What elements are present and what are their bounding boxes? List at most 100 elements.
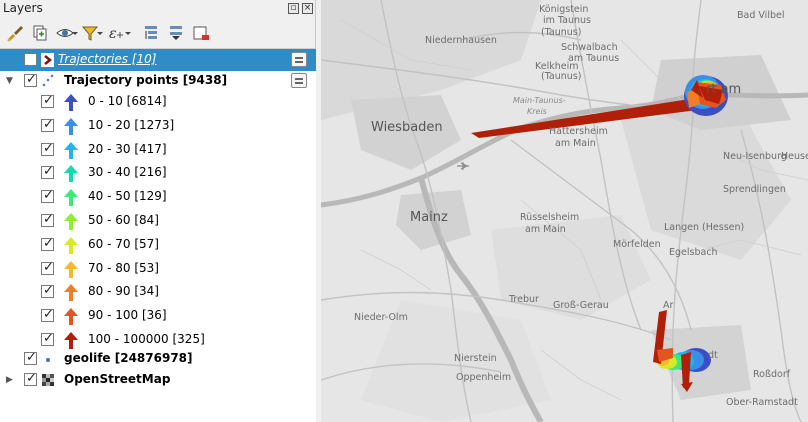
- class-checkbox[interactable]: ✓: [41, 188, 54, 204]
- class-label: 10 - 20 [1273]: [88, 117, 175, 132]
- place-label: Nierstein: [454, 353, 497, 364]
- class-checkbox[interactable]: ✓: [41, 117, 54, 132]
- place-label: im Taunus: [543, 15, 591, 26]
- layer-checkbox[interactable]: ✓: [24, 72, 37, 87]
- class-checkbox[interactable]: ✓: [41, 307, 54, 323]
- collapse-arrow-icon[interactable]: ▼: [6, 76, 14, 86]
- class-checkbox[interactable]: ✓: [41, 283, 54, 299]
- class-checkbox[interactable]: ✓: [41, 141, 54, 156]
- raster-layer-icon: [42, 374, 54, 386]
- class-label: 40 - 50 [129]: [88, 189, 167, 204]
- place-label: Schwalbach: [561, 42, 618, 53]
- arrow-up-icon: [64, 236, 78, 254]
- class-checkbox[interactable]: ✓: [41, 260, 54, 275]
- place-label: Wiesbaden: [371, 120, 443, 135]
- panel-titlebar: Layers ▫ ×: [0, 0, 316, 18]
- symbology-class-row[interactable]: ✓ 90 - 100 [36]: [0, 305, 316, 327]
- float-icon[interactable]: ▫: [288, 3, 299, 14]
- layers-toolbar: ε: [0, 19, 316, 47]
- place-label: (Taunus): [541, 27, 582, 38]
- layer-checkbox[interactable]: ✓: [24, 371, 37, 386]
- layer-row-trajectories[interactable]: Trajectories [10]: [0, 49, 316, 71]
- remove-layer-icon[interactable]: [191, 23, 211, 43]
- expression-filter-icon[interactable]: ε: [106, 23, 126, 43]
- class-checkbox[interactable]: ✓: [41, 212, 54, 227]
- place-label: Mörfelden: [613, 239, 661, 250]
- place-label: Ober-Ramstadt: [726, 397, 798, 408]
- layer-row-trajectory-points[interactable]: ▼ ✓ Trajectory points [9438]: [0, 70, 316, 92]
- place-label: Groß-Gerau: [553, 300, 609, 311]
- place-label: Kreis: [527, 107, 547, 116]
- arrow-up-icon: [64, 213, 78, 230]
- place-label: Ar: [663, 300, 674, 311]
- panel-title: Layers: [3, 1, 43, 15]
- arrow-up-icon: [64, 141, 78, 159]
- class-label: 50 - 60 [84]: [88, 213, 159, 227]
- symbology-class-row[interactable]: ✓ 0 - 10 [6814]: [0, 91, 316, 113]
- arrow-up-icon: [64, 332, 78, 349]
- expression-dropdown-icon[interactable]: [124, 23, 132, 43]
- symbology-class-row[interactable]: ✓ 10 - 20 [1273]: [0, 115, 316, 137]
- class-label: 90 - 100 [36]: [88, 308, 167, 323]
- layer-row-openstreetmap[interactable]: ▶ ✓ OpenStreetMap: [0, 369, 316, 391]
- place-label: Roßdorf: [753, 369, 791, 380]
- close-icon[interactable]: ×: [302, 3, 313, 14]
- class-checkbox[interactable]: ✓: [41, 93, 54, 108]
- point-layer-icon: [42, 74, 54, 87]
- place-label: Nieder-Olm: [354, 312, 408, 323]
- add-group-icon[interactable]: [30, 23, 50, 43]
- place-label: Heuse: [781, 151, 808, 162]
- arrow-up-icon: [64, 189, 78, 207]
- arrow-up-icon: [64, 165, 78, 183]
- place-label: Oppenheim: [456, 372, 512, 383]
- symbology-class-row[interactable]: ✓ 80 - 90 [34]: [0, 281, 316, 303]
- collapse-all-icon[interactable]: [166, 23, 186, 43]
- class-checkbox[interactable]: ✓: [41, 331, 54, 346]
- layer-checkbox[interactable]: [24, 53, 37, 66]
- place-label: am Main: [525, 224, 566, 235]
- place-label: Bad Vilbel: [737, 10, 785, 21]
- layer-label: Trajectory points [9438]: [64, 73, 228, 87]
- layer-info-badge[interactable]: [291, 73, 307, 88]
- layer-row-geolife[interactable]: ✓ geolife [24876978]: [0, 348, 316, 370]
- place-label: rt am: [706, 82, 742, 97]
- layer-label: geolife [24876978]: [64, 351, 193, 365]
- arrow-up-icon: [64, 308, 78, 326]
- place-label: Trebur: [509, 294, 539, 305]
- symbology-class-row[interactable]: ✓ 40 - 50 [129]: [0, 186, 316, 208]
- layer-tree: Trajectories [10] ▼ ✓ Trajectory points …: [0, 48, 316, 422]
- class-label: 60 - 70 [57]: [88, 236, 159, 251]
- place-label: Egelsbach: [669, 247, 718, 258]
- symbology-class-row[interactable]: ✓ 60 - 70 [57]: [0, 234, 316, 256]
- class-label: 20 - 30 [417]: [88, 141, 167, 156]
- layer-checkbox[interactable]: ✓: [24, 350, 37, 365]
- qgis-window: Layers ▫ × ε Trajectories [10] ▼ ✓ Traje…: [0, 0, 808, 422]
- symbology-class-row[interactable]: ✓ 30 - 40 [216]: [0, 162, 316, 184]
- place-label: Niedernhausen: [425, 35, 497, 46]
- expand-arrow-icon[interactable]: ▶: [6, 375, 14, 385]
- class-checkbox[interactable]: ✓: [41, 164, 54, 180]
- class-checkbox[interactable]: ✓: [41, 236, 54, 251]
- place-label: Hattersheim: [549, 126, 608, 137]
- place-label: Main-Taunus-: [513, 96, 566, 105]
- symbology-class-row[interactable]: ✓ 20 - 30 [417]: [0, 139, 316, 161]
- line-layer-icon: [41, 53, 54, 67]
- arrow-up-icon: [64, 94, 78, 111]
- expand-all-icon[interactable]: [141, 23, 161, 43]
- place-label: am Main: [555, 138, 596, 149]
- place-label: Neu-Isenburg: [723, 151, 787, 162]
- layer-label: OpenStreetMap: [64, 372, 171, 386]
- layers-panel: Layers ▫ × ε Trajectories [10] ▼ ✓ Traje…: [0, 0, 316, 422]
- class-label: 70 - 80 [53]: [88, 260, 159, 275]
- eye-dropdown-icon[interactable]: [71, 23, 79, 43]
- place-label: Sprendlingen: [723, 184, 786, 195]
- class-label: 80 - 90 [34]: [88, 284, 159, 299]
- map-canvas[interactable]: Königstein im Taunus (Taunus) Bad Vilbel Nie…: [321, 0, 808, 422]
- style-brush-icon[interactable]: [5, 23, 25, 43]
- layer-info-badge[interactable]: [291, 52, 307, 67]
- filter-dropdown-icon[interactable]: [96, 23, 104, 43]
- symbology-class-row[interactable]: ✓ 50 - 60 [84]: [0, 210, 316, 232]
- place-label: Königstein: [539, 4, 589, 15]
- symbology-class-row[interactable]: ✓ 70 - 80 [53]: [0, 258, 316, 280]
- arrow-up-icon: [64, 284, 78, 302]
